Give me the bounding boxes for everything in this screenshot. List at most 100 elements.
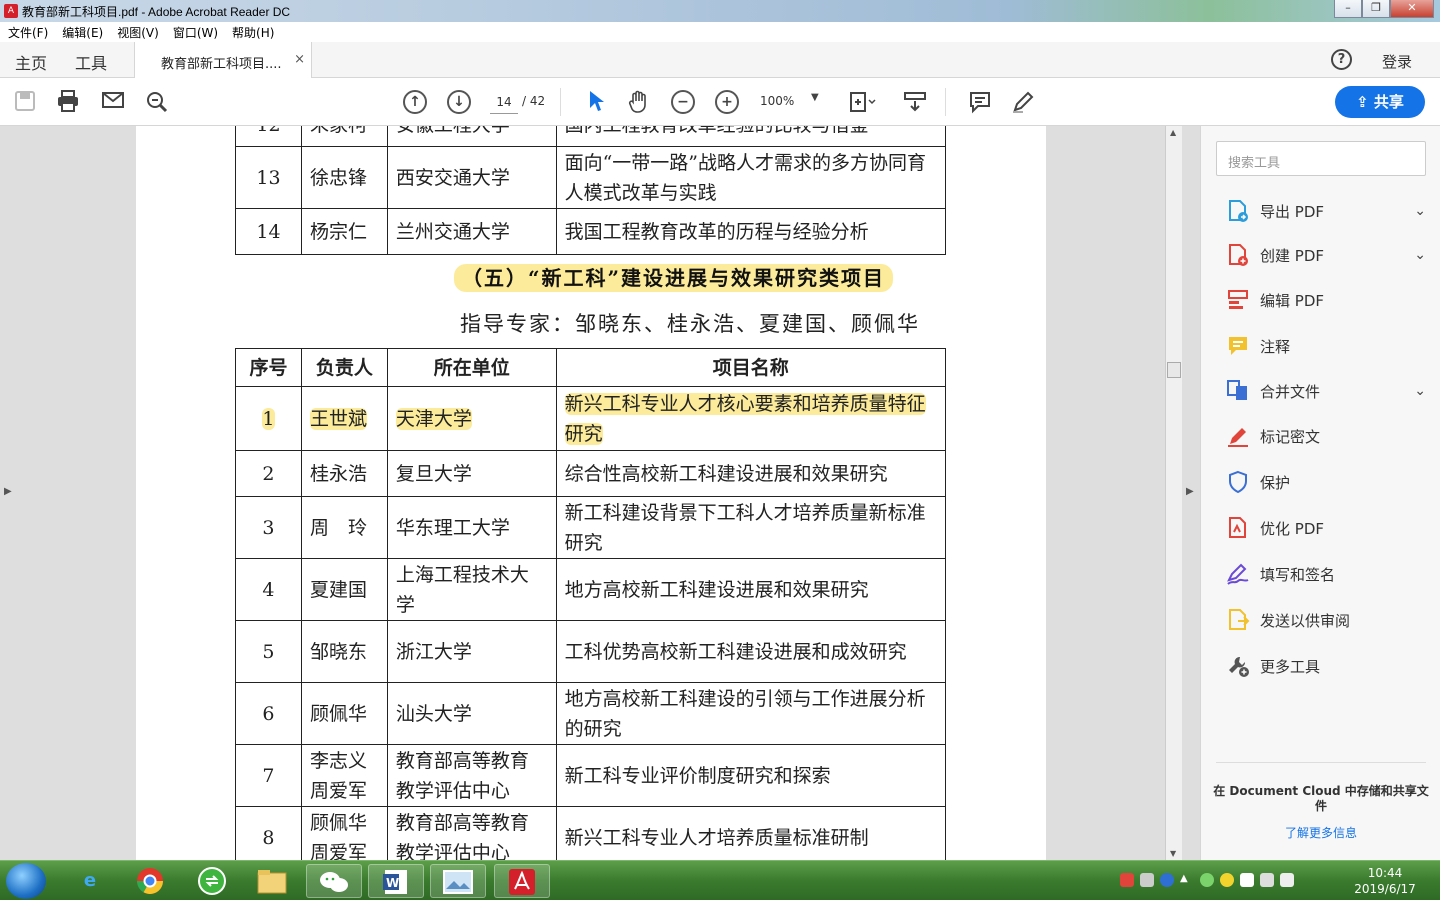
row-person: 杨宗仁 [300, 208, 388, 255]
menu-view[interactable]: 视图(V) [117, 24, 159, 41]
flag-icon[interactable] [1240, 873, 1254, 887]
scroll-mode-icon[interactable] [903, 90, 927, 114]
row-num: 7 [235, 744, 302, 807]
row-unit: 上海工程技术大学 [386, 558, 557, 621]
start-button[interactable] [6, 863, 46, 899]
keyboard-icon[interactable] [1140, 873, 1154, 887]
help-icon[interactable]: ? [1331, 49, 1352, 70]
yellow-app-tray-icon[interactable] [1220, 873, 1234, 887]
comment-icon[interactable] [968, 90, 992, 114]
sync-app-icon[interactable] [184, 864, 240, 898]
page-number-input[interactable]: 14 [490, 90, 518, 114]
chevron-down-icon[interactable]: ⌄ [1414, 383, 1426, 399]
tab-document[interactable]: 教育部新工科项目.... × [134, 42, 312, 78]
acrobat-tray-icon[interactable] [1120, 873, 1134, 887]
zoom-in-icon[interactable]: + [715, 90, 739, 114]
scroll-up-icon[interactable]: ▲ [1170, 128, 1176, 137]
tool-optimize-pdf[interactable]: 优化 PDF [1226, 513, 1426, 543]
chrome-browser-icon[interactable] [122, 864, 178, 898]
hand-tool-icon[interactable] [627, 90, 651, 114]
ie-browser-icon[interactable]: e [62, 864, 118, 898]
left-panel-toggle-icon[interactable]: ▶ [4, 486, 12, 497]
clock-time: 10:44 [1367, 866, 1403, 880]
tool-protect[interactable]: 保护 [1226, 467, 1426, 497]
scroll-down-icon[interactable]: ▼ [1170, 849, 1176, 858]
volume-icon[interactable] [1280, 873, 1294, 887]
menu-edit[interactable]: 编辑(E) [62, 24, 103, 41]
tool-send-for-review[interactable]: 发送以供审阅 [1226, 605, 1426, 635]
tool-comment[interactable]: 注释 [1226, 331, 1426, 361]
tool-edit-pdf[interactable]: 编辑 PDF [1226, 285, 1426, 315]
close-window-button[interactable]: ✕ [1390, 0, 1434, 18]
row-unit: 华东理工大学 [386, 496, 557, 559]
header-project: 项目名称 [555, 348, 947, 387]
row-num: 3 [235, 496, 302, 559]
row-person: 顾佩华周爱军 [300, 806, 388, 860]
chevron-down-icon[interactable]: ⌄ [1414, 203, 1426, 219]
table-row: 6 顾佩华 汕头大学 地方高校新工科建设的引领与工作进展分析的研究 [235, 682, 947, 745]
vertical-scrollbar[interactable]: ▲ ▼ [1165, 126, 1182, 860]
table-row: 1 王世斌 天津大学 新兴工科专业人才核心要素和培养质量特征研究 [235, 386, 947, 451]
next-page-icon[interactable]: ↓ [447, 90, 471, 114]
image-viewer-icon[interactable] [430, 864, 486, 898]
wechat-icon[interactable] [306, 864, 362, 898]
row-project: 我国工程教育改革的历程与经验分析 [555, 208, 947, 255]
file-explorer-icon[interactable] [244, 864, 300, 898]
toolbar-divider [560, 88, 561, 116]
print-icon[interactable] [56, 90, 80, 114]
tool-combine-files[interactable]: 合并文件 ⌄ [1226, 376, 1426, 406]
tab-home[interactable]: 主页 [15, 50, 47, 74]
share-icon: ⇪ [1356, 93, 1369, 111]
experts-line: 指导专家：邹晓东、桂永浩、夏建国、顾佩华 [460, 312, 920, 336]
right-panel-toggle-icon[interactable]: ▶ [1186, 486, 1194, 497]
search-icon[interactable] [145, 90, 169, 114]
clock[interactable]: 10:44 2019/6/17 [1350, 865, 1420, 897]
show-hidden-icon[interactable]: ▲ [1180, 873, 1194, 887]
email-icon[interactable] [101, 90, 125, 114]
tools-search-input[interactable]: 搜索工具 [1216, 141, 1426, 176]
green-app-tray-icon[interactable] [1200, 873, 1214, 887]
share-button[interactable]: ⇪ 共享 [1335, 86, 1425, 118]
row-unit: 教育部高等教育教学评估中心 [386, 806, 557, 860]
tool-redact[interactable]: 标记密文 [1226, 421, 1426, 451]
maximize-button[interactable]: ❐ [1362, 0, 1390, 18]
system-tray-icons: ▲ [1120, 873, 1294, 887]
select-cursor-icon[interactable] [584, 90, 608, 114]
page-total: / 42 [522, 94, 546, 108]
zoom-dropdown-icon[interactable]: ▼ [811, 92, 819, 103]
close-tab-icon[interactable]: × [294, 52, 305, 67]
row-person: 夏建国 [300, 558, 388, 621]
row-num: 2 [235, 450, 302, 497]
menu-window[interactable]: 窗口(W) [173, 24, 218, 41]
row-unit: 西安交通大学 [386, 146, 557, 209]
page-fit-icon[interactable] [848, 90, 876, 114]
tool-fill-sign[interactable]: 填写和签名 [1226, 559, 1426, 589]
login-link[interactable]: 登录 [1382, 51, 1412, 72]
document-area[interactable]: ▶ 12朱家柯安徽工程大学国内工程教育改革经验的比较与借鉴 13 徐忠锋 西安交… [0, 126, 1200, 860]
chevron-down-icon[interactable]: ⌄ [1414, 247, 1426, 263]
minimize-button[interactable]: – [1334, 0, 1362, 18]
save-icon[interactable] [13, 90, 37, 114]
help-tray-icon[interactable] [1160, 873, 1174, 887]
scroll-thumb[interactable] [1167, 362, 1181, 378]
highlight-pen-icon[interactable] [1011, 90, 1035, 114]
zoom-out-icon[interactable]: − [671, 90, 695, 114]
create-pdf-icon [1226, 243, 1250, 267]
row-unit: 汕头大学 [386, 682, 557, 745]
network-icon[interactable] [1260, 873, 1274, 887]
menu-help[interactable]: 帮助(H) [232, 24, 274, 41]
menu-file[interactable]: 文件(F) [8, 24, 48, 41]
tool-more-tools[interactable]: 更多工具 [1226, 651, 1426, 681]
learn-more-link[interactable]: 了解更多信息 [1211, 824, 1431, 841]
zoom-level[interactable]: 100% [760, 94, 794, 108]
row-num: 14 [235, 208, 302, 255]
row-person: 桂永浩 [300, 450, 388, 497]
shield-icon [1226, 470, 1250, 494]
previous-page-icon[interactable]: ↑ [403, 90, 427, 114]
table-row: 12朱家柯安徽工程大学国内工程教育改革经验的比较与借鉴 [235, 126, 947, 147]
tool-create-pdf[interactable]: 创建 PDF ⌄ [1226, 240, 1426, 270]
tool-export-pdf[interactable]: 导出 PDF ⌄ [1226, 196, 1426, 226]
word-icon[interactable]: W [368, 864, 424, 898]
tab-tools[interactable]: 工具 [75, 50, 107, 74]
acrobat-taskbar-icon[interactable] [494, 864, 550, 898]
